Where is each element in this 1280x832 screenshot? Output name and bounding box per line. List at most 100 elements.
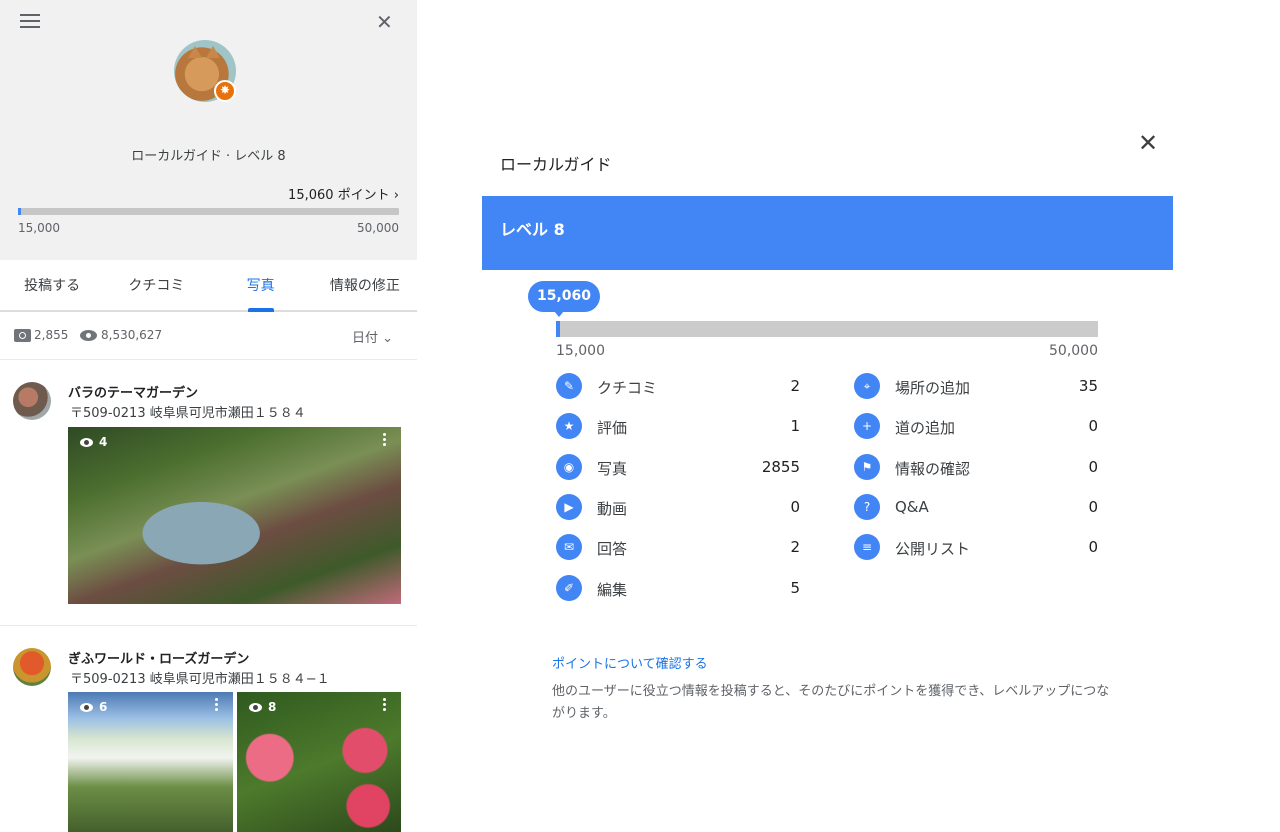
view-count-value: 8 [268,700,277,714]
more-options-icon[interactable] [215,698,219,714]
photo-view-count: 4 [80,435,107,449]
more-options-icon[interactable] [383,433,387,449]
metric-label: 道の追加 [895,419,956,438]
contribution-tabs: 投稿する クチコミ 写真 情報の修正 [0,260,417,312]
metric-row: ⌖ 場所の追加 35 [854,372,1098,402]
flag-icon: ⚑ [854,453,880,480]
metric-row: ⚑ 情報の確認 0 [854,453,1098,483]
metric-row: ▶ 動画 0 [556,493,800,523]
photo-tile[interactable]: 6 [68,692,233,832]
points-bubble: 15,060 [528,281,601,317]
star-icon: ★ [556,413,582,440]
photo-stats-bar: 2,855 8,530,627 日付 ⌄ [0,314,417,360]
photo-view-count: 8 [249,700,276,714]
guide-level-label: ローカルガイド · レベル 8 [131,149,286,164]
progress-max-label: 50,000 [1049,343,1098,359]
photo-tile[interactable]: 4 [68,427,401,604]
sort-dropdown[interactable]: 日付 ⌄ [352,327,393,346]
metric-value: 0 [1088,497,1098,516]
metric-value: 35 [1078,377,1098,395]
menu-icon[interactable] [20,14,40,30]
camera-icon: ◉ [556,453,582,480]
metric-label: 公開リスト [895,540,971,559]
metric-value: 0 [1088,457,1098,476]
eye-icon [80,330,97,341]
local-guide-badge-icon: ✸ [214,80,236,102]
level-banner: レベル 8 [482,196,1173,270]
metric-value: 0 [1088,538,1098,557]
metric-row: ≡ 公開リスト 0 [854,533,1098,563]
level-label: レベル 8 [500,220,565,239]
metric-label: 評価 [597,419,628,438]
tab-reviews[interactable]: クチコミ [104,260,208,310]
view-count: 8,530,627 [101,328,163,342]
place-name[interactable]: バラのテーマガーデン [68,382,198,401]
place-name[interactable]: ぎふワールド・ローズガーデン [68,648,249,667]
place-address: 〒509-0213 岐阜県可児市瀬田１５８４ [70,406,306,421]
list-item: ぎふワールド・ローズガーデン 〒509-0213 岐阜県可児市瀬田１５８４−１ … [0,628,417,832]
place-thumbnail[interactable] [13,648,51,686]
progress-min-label: 15,000 [18,221,60,235]
contributor-sidebar: ✕ ✸ ローカルガイド · レベル 8 15,060 ポイント › 15,000… [0,0,417,832]
points-link[interactable]: 15,060 ポイント › [288,184,399,203]
points-description: 他のユーザーに役立つ情報を投稿すると、そのたびにポイントを獲得でき、レベルアップ… [552,684,1110,721]
camera-icon [14,329,31,342]
qa-icon: ? [854,493,880,520]
metric-value: 2 [790,377,800,395]
progress-min-label: 15,000 [556,343,605,359]
more-options-icon[interactable] [383,698,387,714]
tab-edits[interactable]: 情報の修正 [313,260,417,310]
metric-label: 編集 [597,580,628,599]
photo-count: 2,855 [34,328,69,342]
metric-label: クチコミ [597,379,658,397]
list-item: バラのテーマガーデン 〒509-0213 岐阜県可児市瀬田１５８４ 4 [0,362,417,626]
metric-row: ★ 評価 1 [556,412,800,442]
metric-value: 5 [790,578,800,597]
view-count-value: 6 [99,700,108,714]
place-thumbnail[interactable] [13,382,51,420]
eye-icon [249,703,262,712]
metric-label: Q&A [895,497,929,516]
profile-header: ✕ ✸ ローカルガイド · レベル 8 15,060 ポイント › 15,000… [0,0,417,260]
learn-about-points-link[interactable]: ポイントについて確認する [552,653,708,672]
level-progress-bar [18,208,399,215]
metric-label: 動画 [597,499,628,518]
metric-label: 情報の確認 [895,459,971,478]
list-icon: ≡ [854,534,880,561]
photo-tile[interactable]: 8 [237,692,401,832]
level-progress-bar [556,321,1098,337]
close-icon[interactable]: ✕ [376,12,393,32]
metric-label: 回答 [597,540,628,559]
metric-row: + 道の追加 0 [854,412,1098,442]
metric-value: 0 [1088,417,1098,436]
level-progress-fill [556,321,561,337]
metric-value: 2 [790,538,800,557]
local-guide-dialog: ローカルガイド ✕ レベル 8 15,060 15,000 50,000 ✎ クチ… [417,0,1280,832]
add-road-icon: + [854,413,880,440]
close-icon[interactable]: ✕ [1138,131,1158,155]
tab-photos[interactable]: 写真 [209,260,313,310]
progress-max-label: 50,000 [357,221,399,235]
tab-post[interactable]: 投稿する [0,260,104,310]
metric-label: 場所の追加 [895,379,971,397]
metric-row: ✎ クチコミ 2 [556,372,800,402]
photo-view-count: 6 [80,700,107,714]
metric-value: 0 [790,497,800,516]
edit-icon: ✐ [556,574,582,601]
review-icon: ✎ [556,373,582,399]
add-place-icon: ⌖ [854,373,880,399]
answer-icon: ✉ [556,534,582,561]
metric-value: 2855 [761,457,800,476]
video-icon: ▶ [556,493,582,520]
place-address: 〒509-0213 岐阜県可児市瀬田１５８４−１ [70,672,330,687]
eye-icon [80,438,93,447]
level-progress-fill [18,208,22,215]
metric-row: ◉ 写真 2855 [556,453,800,483]
eye-icon [80,703,93,712]
metric-row: ? Q&A 0 [854,493,1098,523]
metric-row: ✐ 編集 5 [556,574,800,604]
metric-value: 1 [790,417,800,436]
dialog-title: ローカルガイド [500,155,612,174]
metric-row: ✉ 回答 2 [556,533,800,563]
view-count-value: 4 [99,435,108,449]
